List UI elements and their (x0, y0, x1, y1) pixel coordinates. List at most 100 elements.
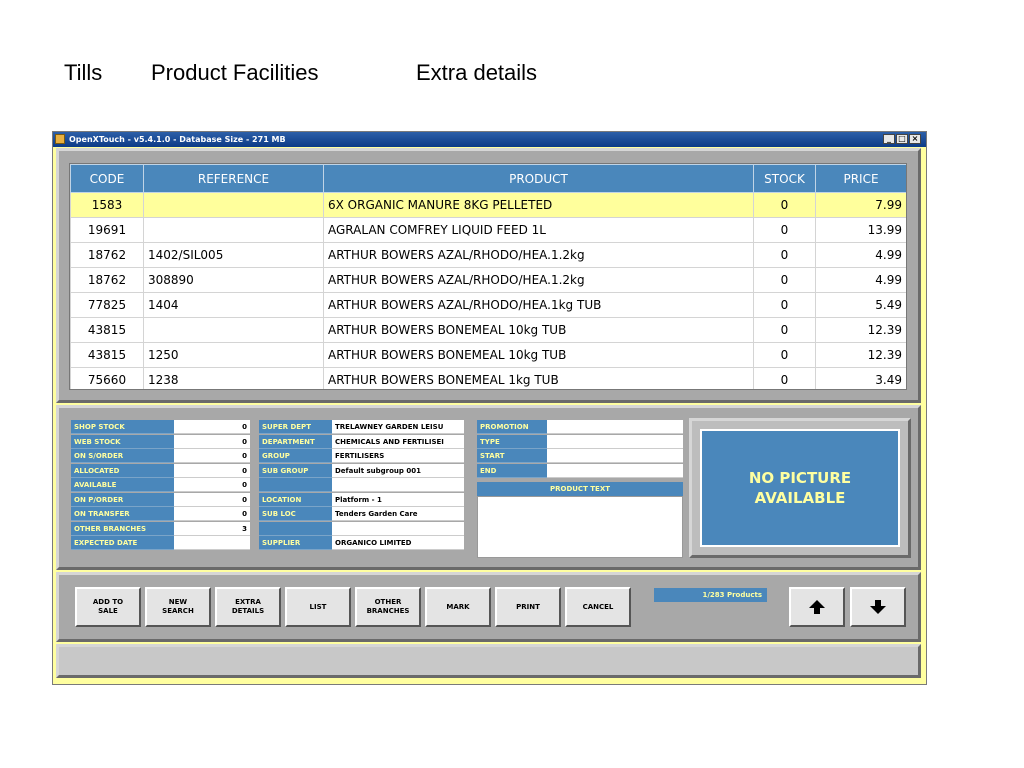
cell-reference: 1238 (143, 367, 324, 389)
close-button[interactable]: × (909, 134, 921, 144)
app-window: OpenXTouch - v5.4.1.0 - Database Size - … (52, 131, 927, 685)
table-row[interactable]: 1583 6X ORGANIC MANURE 8KG PELLETED 0 7.99 (70, 192, 906, 218)
table-row[interactable]: 43815 1250 ARTHUR BOWERS BONEMEAL 10kg TUB… (70, 342, 906, 368)
cell-price: 3.49 (815, 367, 906, 389)
cell-code: 18762 (70, 242, 144, 268)
column-header-reference[interactable]: REFERENCE (143, 164, 324, 193)
scroll-down-button[interactable] (850, 587, 906, 627)
category-field-label: DEPARTMENT (259, 434, 332, 449)
category-field-value: CHEMICALS AND FERTILISEI (332, 434, 464, 449)
cell-stock: 0 (753, 367, 816, 389)
stock-field-value: 0 (174, 463, 250, 478)
cell-reference: 1404 (143, 292, 324, 318)
cell-product: ARTHUR BOWERS AZAL/RHODO/HEA.1kg TUB (323, 292, 754, 318)
category-field-label: LOCATION (259, 492, 332, 507)
other-branches-button[interactable]: OTHER BRANCHES (355, 587, 421, 627)
cell-product: 6X ORGANIC MANURE 8KG PELLETED (323, 192, 754, 218)
cell-product: AGRALAN COMFREY LIQUID FEED 1L (323, 217, 754, 243)
details-panel: SHOP STOCK 0 WEB STOCK 0 ON S/ORDER 0 ALLOCATE… (56, 405, 921, 570)
table-row[interactable]: 18762 1402/SIL005 ARTHUR BOWERS AZAL/RHODO… (70, 242, 906, 268)
cell-stock: 0 (753, 267, 816, 293)
tab-tills[interactable]: Tills (64, 60, 102, 86)
promotion-field-label: PROMOTION (477, 420, 547, 434)
cell-reference: 1402/SIL005 (143, 242, 324, 268)
stock-field-value: 0 (174, 449, 250, 463)
table-row[interactable]: 19691 AGRALAN COMFREY LIQUID FEED 1L 0 13.9… (70, 217, 906, 243)
maximize-button[interactable]: □ (896, 134, 908, 144)
cell-code: 19691 (70, 217, 144, 243)
category-field-label: GROUP (259, 449, 332, 463)
cancel-button[interactable]: CANCEL (565, 587, 631, 627)
print-button[interactable]: PRINT (495, 587, 561, 627)
cell-stock: 0 (753, 292, 816, 318)
promotion-field-value (547, 449, 683, 463)
cell-stock: 0 (753, 317, 816, 343)
product-table-body: 1583 6X ORGANIC MANURE 8KG PELLETED 0 7.99 1… (70, 192, 906, 389)
minimize-button[interactable]: _ (883, 134, 895, 144)
product-text-box[interactable] (477, 496, 683, 558)
extra-details-button[interactable]: EXTRA DETAILS (215, 587, 281, 627)
mark-button[interactable]: MARK (425, 587, 491, 627)
column-header-stock[interactable]: STOCK (753, 164, 816, 193)
cell-price: 7.99 (815, 192, 906, 218)
scroll-up-button[interactable] (789, 587, 845, 627)
cell-product: ARTHUR BOWERS BONEMEAL 1kg TUB (323, 367, 754, 389)
stock-field-label: AVAILABLE (71, 478, 174, 492)
cell-price: 4.99 (815, 267, 906, 293)
cell-code: 1583 (70, 192, 144, 218)
cell-price: 13.99 (815, 217, 906, 243)
tab-product-facilities[interactable]: Product Facilities (151, 60, 319, 86)
column-header-product[interactable]: PRODUCT (323, 164, 754, 193)
cell-product: ARTHUR BOWERS BONEMEAL 10kg TUB (323, 317, 754, 343)
table-header-row: CODE REFERENCE PRODUCT STOCK PRICE (70, 164, 906, 193)
table-row[interactable]: 77825 1404 ARTHUR BOWERS AZAL/RHODO/HEA.1k… (70, 292, 906, 318)
table-row[interactable]: 43815 ARTHUR BOWERS BONEMEAL 10kg TUB 0 12.… (70, 317, 906, 343)
cell-code: 75660 (70, 367, 144, 389)
product-counter: 1/283 Products (654, 588, 767, 602)
column-header-price[interactable]: PRICE (815, 164, 906, 193)
category-field-value: Default subgroup 001 (332, 463, 464, 478)
category-field-label: SUPPLIER (259, 536, 332, 550)
promotion-field-value (547, 463, 683, 478)
category-field-value: Tenders Garden Care (332, 507, 464, 521)
cell-reference: 308890 (143, 267, 324, 293)
promotion-field-value (547, 434, 683, 449)
cell-price: 5.49 (815, 292, 906, 318)
add-to-sale-button[interactable]: ADD TO SALE (75, 587, 141, 627)
action-bar: ADD TO SALE NEW SEARCH EXTRA DETAILS LIST OT… (56, 572, 921, 642)
promotion-field-label: START (477, 449, 547, 463)
cell-stock: 0 (753, 242, 816, 268)
arrow-up-icon (809, 600, 825, 614)
stock-field-label: ON TRANSFER (71, 507, 174, 521)
category-field-label: SUPER DEPT (259, 420, 332, 434)
column-header-code[interactable]: CODE (70, 164, 144, 193)
product-grid: CODE REFERENCE PRODUCT STOCK PRICE 1583 6… (69, 163, 907, 390)
table-row[interactable]: 18762 308890 ARTHUR BOWERS AZAL/RHODO/HEA.… (70, 267, 906, 293)
list-button[interactable]: LIST (285, 587, 351, 627)
cell-stock: 0 (753, 342, 816, 368)
cell-stock: 0 (753, 217, 816, 243)
cell-reference (143, 317, 324, 343)
new-search-button[interactable]: NEW SEARCH (145, 587, 211, 627)
stock-field-value: 0 (174, 507, 250, 521)
cell-product: ARTHUR BOWERS AZAL/RHODO/HEA.1.2kg (323, 267, 754, 293)
cell-code: 18762 (70, 267, 144, 293)
title-bar: OpenXTouch - v5.4.1.0 - Database Size - … (53, 132, 926, 147)
tab-extra-details[interactable]: Extra details (416, 60, 537, 86)
stock-field-label: EXPECTED DATE (71, 536, 174, 550)
promotion-field-value (547, 420, 683, 434)
app-icon (55, 134, 65, 144)
cell-code: 43815 (70, 317, 144, 343)
stock-field-label: OTHER BRANCHES (71, 521, 174, 536)
cell-code: 43815 (70, 342, 144, 368)
cell-price: 12.39 (815, 317, 906, 343)
window-title: OpenXTouch - v5.4.1.0 - Database Size - … (69, 135, 286, 144)
cell-code: 77825 (70, 292, 144, 318)
cell-price: 4.99 (815, 242, 906, 268)
cell-reference (143, 192, 324, 218)
cell-reference: 1250 (143, 342, 324, 368)
stock-field-label: SHOP STOCK (71, 420, 174, 434)
table-row[interactable]: 75660 1238 ARTHUR BOWERS BONEMEAL 1kg TUB 0… (70, 367, 906, 389)
category-field-value (332, 478, 464, 492)
category-field-value: FERTILISERS (332, 449, 464, 463)
